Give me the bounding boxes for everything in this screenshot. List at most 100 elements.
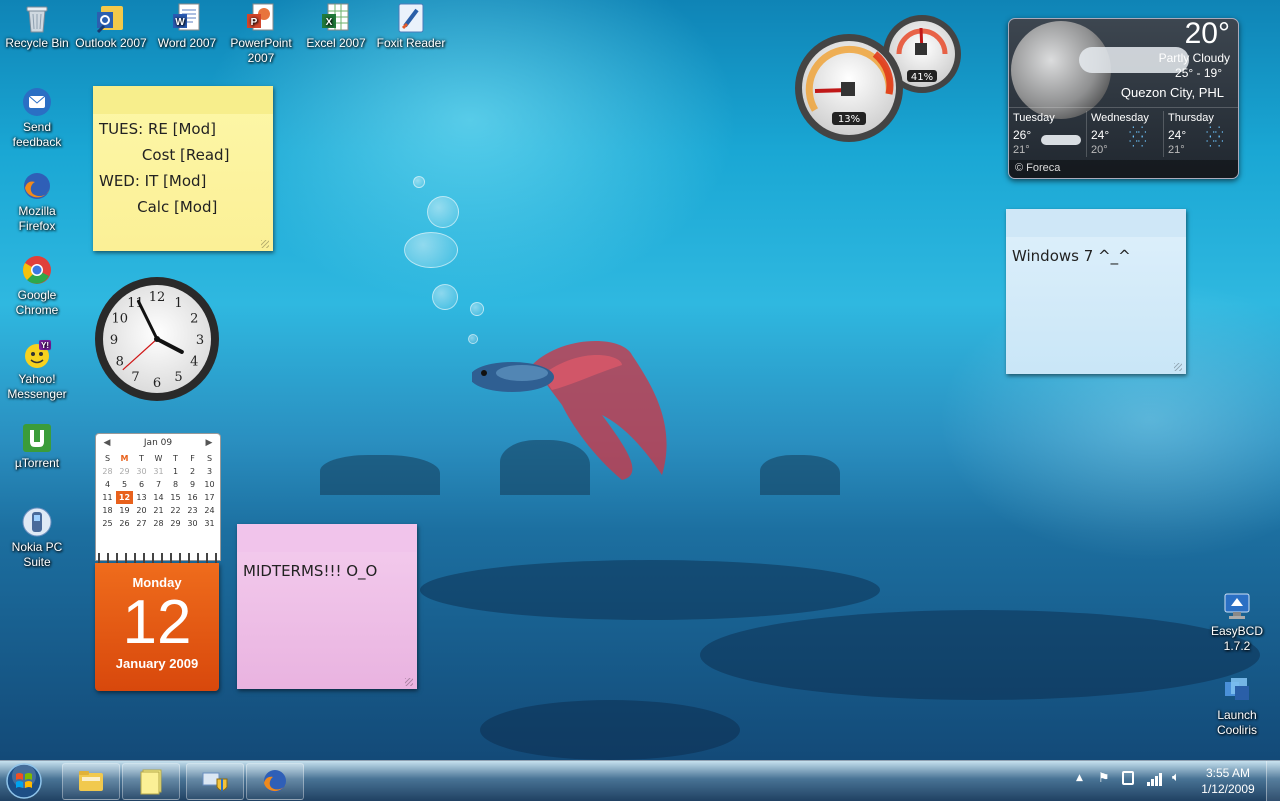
- clock-numeral: 7: [131, 370, 139, 385]
- calendar-day-cell[interactable]: 13: [133, 491, 150, 504]
- taskbar-time: 3:55 AM: [1205, 766, 1251, 780]
- start-button[interactable]: [4, 762, 44, 800]
- desktop-icon-outlook[interactable]: Outlook 2007: [74, 2, 148, 51]
- calendar-day-cell[interactable]: 25: [99, 517, 116, 530]
- clock-gadget[interactable]: 1234567891011 12: [94, 276, 220, 402]
- calendar-day-cell[interactable]: 2: [184, 465, 201, 478]
- calendar-day-cell[interactable]: 17: [201, 491, 218, 504]
- show-desktop-button[interactable]: [1266, 761, 1280, 801]
- word-icon: W: [171, 2, 203, 34]
- calendar-weekday: T: [173, 454, 178, 463]
- svg-text:Y!: Y!: [41, 341, 49, 350]
- desktop-icon-send-feedback[interactable]: Send feedback: [0, 86, 74, 150]
- calendar-day-cell[interactable]: 5: [116, 478, 133, 491]
- power-plug-icon[interactable]: [1122, 771, 1134, 785]
- desktop-icon-label: Yahoo! Messenger: [7, 372, 67, 401]
- calendar-day-cell[interactable]: 30: [133, 465, 150, 478]
- calendar-day-cell[interactable]: 1: [167, 465, 184, 478]
- weather-gadget[interactable]: 20° Partly Cloudy 25° - 19° Quezon City,…: [1008, 18, 1239, 179]
- sticky-note-title-bar[interactable]: [93, 86, 273, 114]
- calendar-day-cell[interactable]: 4: [99, 478, 116, 491]
- water-pool: [700, 610, 1260, 700]
- calendar-day-cell[interactable]: 21: [150, 504, 167, 517]
- desktop-icon-firefox[interactable]: Mozilla Firefox: [0, 170, 74, 234]
- desktop-icon-cooliris[interactable]: Launch Cooliris: [1200, 674, 1274, 738]
- calendar-day-cell[interactable]: 26: [116, 517, 133, 530]
- windows-explorer-icon: [79, 771, 103, 791]
- calendar-day-cell[interactable]: 30: [184, 517, 201, 530]
- calendar-day-cell[interactable]: 31: [150, 465, 167, 478]
- calendar-day-cell[interactable]: 15: [167, 491, 184, 504]
- calendar-day-name: Monday: [132, 575, 182, 590]
- cpu-readout: 13%: [838, 114, 860, 125]
- resize-grip[interactable]: [261, 240, 269, 248]
- resize-grip[interactable]: [405, 678, 413, 686]
- calendar-day-cell[interactable]: 18: [99, 504, 116, 517]
- calendar-day-cell[interactable]: 24: [201, 504, 218, 517]
- show-hidden-icons-button[interactable]: ▲: [1076, 773, 1083, 783]
- calendar-day-cell[interactable]: 19: [116, 504, 133, 517]
- taskbar-firefox[interactable]: [246, 763, 304, 800]
- desktop-icon-foxit-reader[interactable]: Foxit Reader: [374, 2, 448, 51]
- calendar-day-cell[interactable]: 3: [201, 465, 218, 478]
- calendar-weekday: S: [206, 454, 213, 463]
- taskbar-sticky-notes[interactable]: [122, 763, 180, 800]
- desktop-icon-powerpoint[interactable]: P PowerPoint 2007: [224, 2, 298, 66]
- calendar-gadget-day[interactable]: Monday 12 January 2009: [95, 563, 219, 691]
- sticky-note-title-bar[interactable]: [1006, 209, 1186, 237]
- calendar-day-cell[interactable]: 11: [99, 491, 116, 504]
- volume-icon[interactable]: 🔈︎: [1172, 770, 1180, 785]
- calendar-day-cell[interactable]: 20: [133, 504, 150, 517]
- sticky-note-title-bar[interactable]: [237, 524, 417, 552]
- calendar-day-cell[interactable]: 27: [133, 517, 150, 530]
- calendar-day-cell[interactable]: 14: [150, 491, 167, 504]
- calendar-day-cell[interactable]: 16: [184, 491, 201, 504]
- desktop-icon-chrome[interactable]: Google Chrome: [0, 254, 74, 318]
- desktop-icon-nokia-pc-suite[interactable]: Nokia PC Suite: [0, 506, 74, 570]
- calendar-day-cell[interactable]: 28: [99, 465, 116, 478]
- calendar-day-cell[interactable]: 23: [184, 504, 201, 517]
- desktop-icon-yahoo-messenger[interactable]: Y! Yahoo! Messenger: [0, 338, 74, 402]
- bubble: [404, 232, 458, 268]
- calendar-day-cell[interactable]: 10: [201, 478, 218, 491]
- forecast-day-wednesday: Wednesday 24° 20° ⁛⁛ ⁛⁛: [1091, 111, 1163, 158]
- clock-numeral: 12: [149, 290, 166, 305]
- action-center-flag-icon[interactable]: ⚑: [1098, 771, 1110, 786]
- calendar-day-cell[interactable]: 7: [150, 478, 167, 491]
- calendar-day-cell[interactable]: 22: [167, 504, 184, 517]
- calendar-prev-icon[interactable]: ◀: [100, 434, 114, 452]
- resize-grip[interactable]: [1174, 363, 1182, 371]
- desktop-icon-excel[interactable]: X Excel 2007: [299, 2, 373, 51]
- clock-center: [154, 336, 160, 342]
- taskbar-windows-explorer[interactable]: [62, 763, 120, 800]
- desktop-icon-easybcd[interactable]: EasyBCD 1.7.2: [1200, 590, 1274, 654]
- weather-credit-link[interactable]: © Foreca: [1015, 162, 1060, 174]
- taskbar-network-shield[interactable]: [186, 763, 244, 800]
- calendar-day-cell[interactable]: 31: [201, 517, 218, 530]
- calendar-day-cell[interactable]: 29: [116, 465, 133, 478]
- calendar-day-cell[interactable]: 8: [167, 478, 184, 491]
- calendar-day-cell[interactable]: 28: [150, 517, 167, 530]
- sticky-note-blue[interactable]: Windows 7 ^_^: [1006, 209, 1186, 374]
- calendar-day-cell[interactable]: 6: [133, 478, 150, 491]
- svg-text:X: X: [326, 17, 333, 28]
- calendar-gadget-month[interactable]: ◀ Jan 09 ▶ S M T W T F S 28 29 30 31 1 2 3 4 5 6 7 8 9 10 11 1…: [95, 433, 221, 561]
- sticky-note-pink[interactable]: MIDTERMS!!! O_O: [237, 524, 417, 689]
- recycle-bin-icon: [21, 2, 53, 34]
- betta-fish-image: [472, 341, 667, 480]
- network-signal-icon[interactable]: [1146, 772, 1164, 786]
- clock-numeral: 1: [174, 296, 182, 311]
- forecast-day-name: Thursday: [1168, 112, 1214, 124]
- desktop[interactable]: Recycle Bin Outlook 2007 W Word 2007 P P…: [0, 0, 1280, 760]
- desktop-icon-word[interactable]: W Word 2007: [150, 2, 224, 51]
- calendar-day-cell[interactable]: 29: [167, 517, 184, 530]
- desktop-icon-recycle-bin[interactable]: Recycle Bin: [0, 2, 74, 51]
- sticky-note-yellow[interactable]: TUES: RE [Mod] Cost [Read] WED: IT [Mod]…: [93, 86, 273, 251]
- calendar-day-cell[interactable]: 9: [184, 478, 201, 491]
- calendar-next-icon[interactable]: ▶: [202, 434, 216, 452]
- cpu-meter-gadget[interactable]: 41% 13%: [793, 14, 965, 144]
- taskbar-clock[interactable]: 3:55 AM 1/12/2009: [1196, 765, 1260, 797]
- calendar-day-cell[interactable]: 12: [116, 491, 133, 504]
- desktop-icon-utorrent[interactable]: µTorrent: [0, 422, 74, 471]
- cloudy-icon: [1041, 135, 1081, 145]
